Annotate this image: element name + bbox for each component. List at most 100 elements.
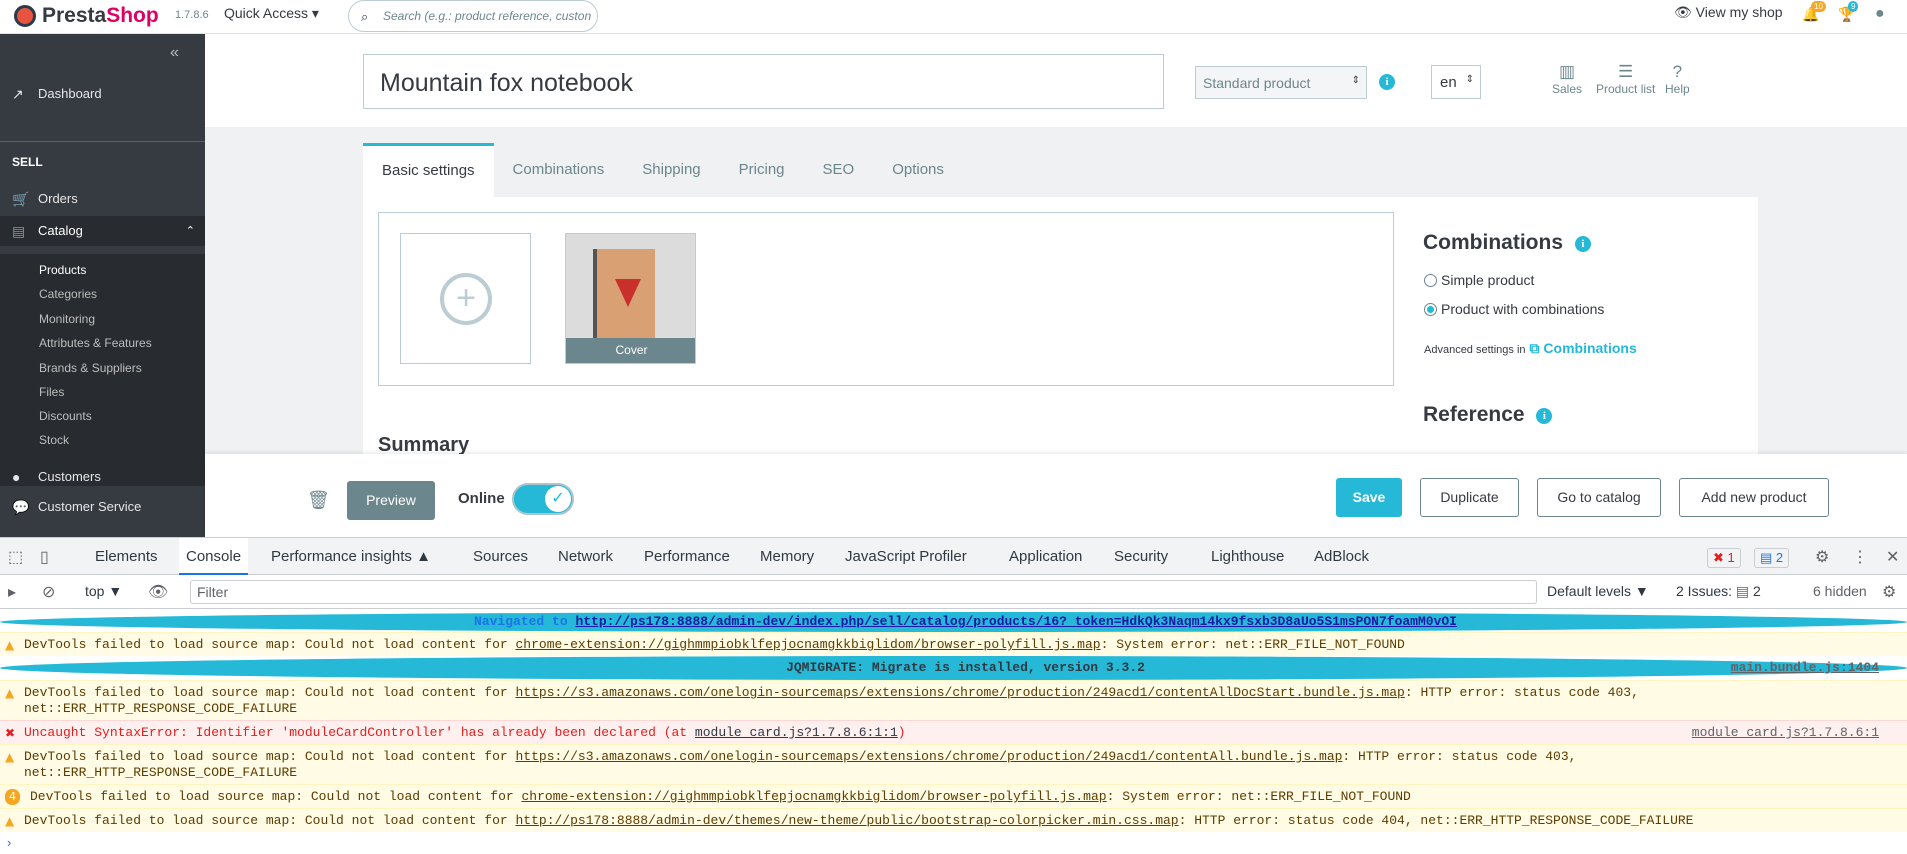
product-list-button[interactable]: ☰ Product list [1596,62,1655,96]
select-arrows-icon: ⇕ [1351,75,1360,86]
save-button[interactable]: Save [1336,478,1402,517]
info-icon[interactable]: i [1536,408,1553,424]
log-link[interactable]: http://ps178:8888/admin-dev/index.php/se… [575,614,1457,629]
tab-console[interactable]: Console [179,538,249,575]
log-levels-dropdown[interactable]: Default levels ▼ [1547,583,1649,599]
sidebar-item-catalog[interactable]: ▤ Catalog ⌃ [0,216,205,246]
console-settings-gear-icon[interactable]: ⚙ [1882,582,1896,602]
tab-performance-insights[interactable]: Performance insights ▲ [271,548,431,565]
log-text: DevTools failed to load source map: Coul… [24,685,516,700]
online-toggle[interactable]: ✓ [512,483,574,515]
tab-shipping[interactable]: Shipping [623,143,719,197]
message-counter[interactable]: ▤ 2 [1754,548,1790,568]
log-link[interactable]: http://ps178:8888/admin-dev/themes/new-t… [515,813,1178,828]
log-link[interactable]: https://s3.amazonaws.com/onelogin-source… [515,749,1342,764]
quick-access-dropdown[interactable]: Quick Access ▾ [224,5,319,22]
add-image-dropzone[interactable]: + [400,233,531,364]
store-icon: ▤ [12,223,26,239]
close-icon[interactable]: ✕ [1886,547,1899,567]
sidebar-subitem-categories[interactable]: Categories [39,287,97,301]
radio-simple-product[interactable]: Simple product [1424,272,1534,288]
prestashop-logo[interactable]: PrestaShop [14,4,159,28]
sidebar-subitem-files[interactable]: Files [39,385,64,399]
collapse-sidebar-icon[interactable]: « [170,44,179,62]
sidebar-subitem-stock[interactable]: Stock [39,433,69,447]
tab-sources[interactable]: Sources [473,548,528,565]
radio-product-with-combinations[interactable]: Product with combinations [1424,301,1604,317]
info-icon[interactable]: i [1574,236,1591,252]
context-selector[interactable]: top ▼ [85,583,122,599]
tab-security[interactable]: Security [1114,548,1168,565]
sidebar-toggle-icon[interactable]: ▸ [8,582,16,602]
console-filter-input[interactable]: Filter [190,580,1537,604]
live-expression-eye-icon[interactable]: 👁 [148,582,168,602]
sales-button[interactable]: ▥ Sales [1552,62,1582,96]
clear-console-icon[interactable]: ⊘ [42,582,55,602]
log-link[interactable]: chrome-extension://gighmmpiobklfepjocnam… [515,637,1100,652]
go-to-catalog-button[interactable]: Go to catalog [1537,478,1661,517]
logo-text: Presta [42,4,107,27]
online-label: Online [458,490,505,507]
tab-javascript-profiler[interactable]: JavaScript Profiler [845,548,967,565]
view-my-shop-link[interactable]: 👁 View my shop [1674,4,1783,21]
sidebar-item-customer-service[interactable]: 💬 Customer Service [0,492,205,522]
tab-application[interactable]: Application [1009,548,1082,565]
user-account-icon[interactable]: ● [1875,5,1885,23]
inspect-element-icon[interactable]: ⬚ [8,547,23,567]
tab-options[interactable]: Options [873,143,963,197]
console-log-warning: ▲ DevTools failed to load source map: Cou… [0,632,1907,656]
log-source-link[interactable]: main.bundle.js:1404 [1731,660,1879,676]
product-type-select[interactable]: Standard product ⇕ [1195,66,1367,99]
device-toolbar-icon[interactable]: ▯ [40,547,49,567]
sidebar-subitem-attributes[interactable]: Attributes & Features [39,336,152,350]
advanced-settings-text: Advanced settings in ⧉ Combinations [1424,340,1637,357]
log-source-link[interactable]: module_card.js?1.7.8.6:1 [1692,725,1879,741]
log-link[interactable]: https://s3.amazonaws.com/onelogin-source… [515,685,1404,700]
sidebar-subitem-monitoring[interactable]: Monitoring [39,312,95,326]
reference-heading: Reference i [1423,403,1553,427]
check-icon: ✓ [545,486,571,512]
sidebar-subitem-products[interactable]: Products [39,263,86,277]
product-list-label: Product list [1596,82,1656,96]
tab-adblock[interactable]: AdBlock [1314,548,1369,565]
plus-icon: + [440,273,492,325]
console-prompt-chevron-icon[interactable]: › [7,835,11,850]
tab-combinations[interactable]: Combinations [494,143,624,197]
tab-pricing[interactable]: Pricing [720,143,804,197]
sidebar-item-dashboard[interactable]: ↗ Dashboard [0,79,205,109]
search-input[interactable]: ⌕ Search (e.g.: product reference, custo… [348,0,598,32]
log-text-line2: net::ERR_HTTP_RESPONSE_CODE_FAILURE [24,701,298,716]
tab-seo[interactable]: SEO [804,143,874,197]
radio-button-selected [1424,302,1437,316]
tab-lighthouse[interactable]: Lighthouse [1211,548,1284,565]
issues-count: 2 [1753,583,1761,599]
sidebar-item-orders[interactable]: 🛒 Orders [0,184,205,214]
sidebar-subitem-brands[interactable]: Brands & Suppliers [39,361,142,375]
issues-button[interactable]: 2 Issues: ▤ 2 [1676,583,1761,600]
tab-elements[interactable]: Elements [95,548,158,565]
log-link[interactable]: module_card.js?1.7.8.6:1:1 [695,725,898,740]
delete-trash-icon[interactable]: 🗑 [307,490,330,511]
product-name-input[interactable]: Mountain fox notebook [363,54,1164,109]
log-link[interactable]: chrome-extension://gighmmpiobklfepjocnam… [521,789,1106,804]
tab-memory[interactable]: Memory [760,548,814,565]
tab-performance[interactable]: Performance [644,548,730,565]
tab-network[interactable]: Network [558,548,613,565]
add-new-product-button[interactable]: Add new product [1679,478,1829,517]
help-icon: ? [1672,62,1683,81]
cover-image[interactable]: Cover [565,233,696,364]
language-select[interactable]: en ⇕ [1431,65,1481,99]
combinations-link[interactable]: ⧉ Combinations [1530,340,1637,356]
user-icon: ● [12,469,21,485]
sidebar-item-customers[interactable]: ● Customers [0,462,205,492]
preview-button[interactable]: Preview [347,481,435,520]
error-counter[interactable]: ✖ 1 [1707,548,1741,568]
help-button[interactable]: ? Help [1665,62,1690,96]
sidebar-subitem-discounts[interactable]: Discounts [39,409,92,423]
settings-gear-icon[interactable]: ⚙ [1815,547,1829,567]
info-icon[interactable]: i [1379,74,1395,90]
more-options-icon[interactable]: ⋮ [1852,547,1868,567]
help-label: Help [1665,82,1690,96]
tab-basic-settings[interactable]: Basic settings [363,143,494,197]
duplicate-button[interactable]: Duplicate [1420,478,1519,517]
